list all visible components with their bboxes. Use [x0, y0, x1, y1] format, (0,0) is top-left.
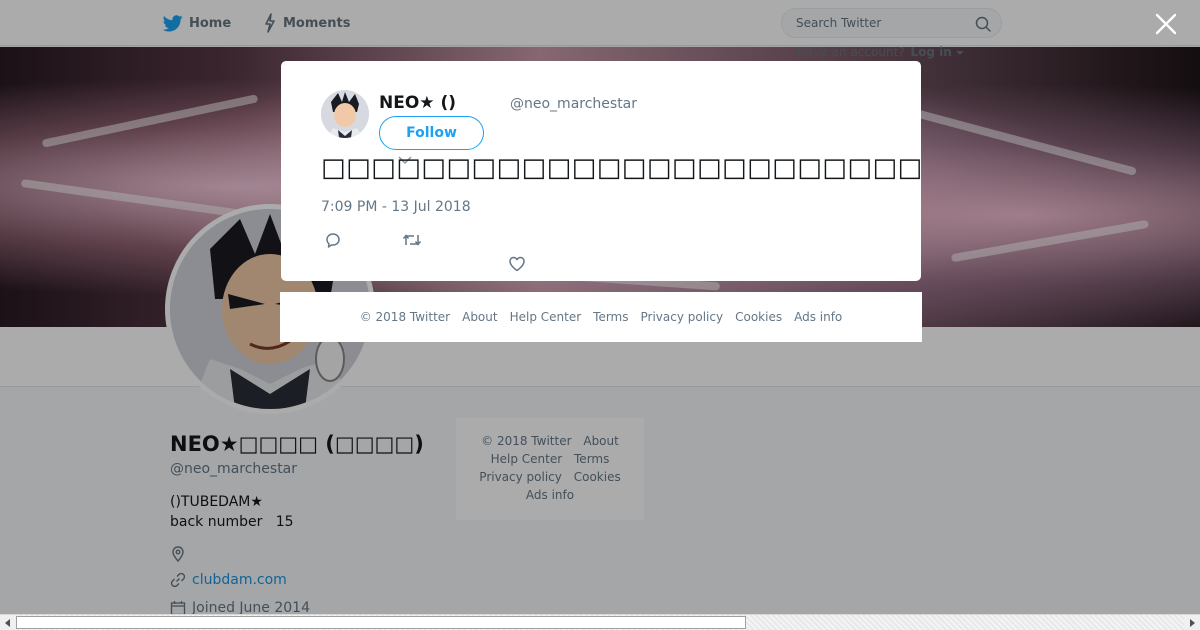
- footer-cookies-link[interactable]: Cookies: [735, 310, 782, 324]
- scroll-right-arrow[interactable]: [1184, 615, 1200, 630]
- scroll-left-arrow[interactable]: [0, 615, 16, 630]
- footer-terms-link[interactable]: Terms: [593, 310, 628, 324]
- heart-icon[interactable]: [508, 255, 526, 273]
- scrollbar-thumb[interactable]: [16, 616, 746, 629]
- footer-ads-link[interactable]: Ads info: [794, 310, 842, 324]
- arrow-left-icon: [5, 618, 10, 627]
- follow-button[interactable]: Follow: [379, 116, 484, 150]
- arrow-right-icon: [1190, 618, 1195, 627]
- tweet-author-avatar[interactable]: [321, 90, 369, 138]
- retweet-icon[interactable]: [402, 231, 422, 249]
- tweet-timestamp[interactable]: 7:09 PM - 13 Jul 2018: [321, 199, 471, 215]
- tweet-modal: NEO★ () @neo_marchestar Follow □□□□□□□□□…: [281, 61, 921, 281]
- close-icon[interactable]: [1154, 12, 1178, 36]
- tweet-author-handle[interactable]: @neo_marchestar: [510, 96, 637, 112]
- footer-help-link[interactable]: Help Center: [510, 310, 582, 324]
- horizontal-scrollbar[interactable]: [0, 614, 1200, 630]
- footer-copyright: © 2018 Twitter: [359, 310, 451, 324]
- avatar-illustration: [321, 90, 369, 138]
- tweet-author-name[interactable]: NEO★ (): [379, 93, 456, 113]
- modal-footer: © 2018 Twitter About Help Center Terms P…: [280, 292, 922, 342]
- tweet-text: □□□□□□□□□□□□□□□□□□□□□□□□□□□□□ □□□□□□□□□□…: [321, 153, 921, 183]
- footer-privacy-link[interactable]: Privacy policy: [641, 310, 724, 324]
- reply-icon[interactable]: [324, 231, 342, 249]
- footer-about-link[interactable]: About: [462, 310, 497, 324]
